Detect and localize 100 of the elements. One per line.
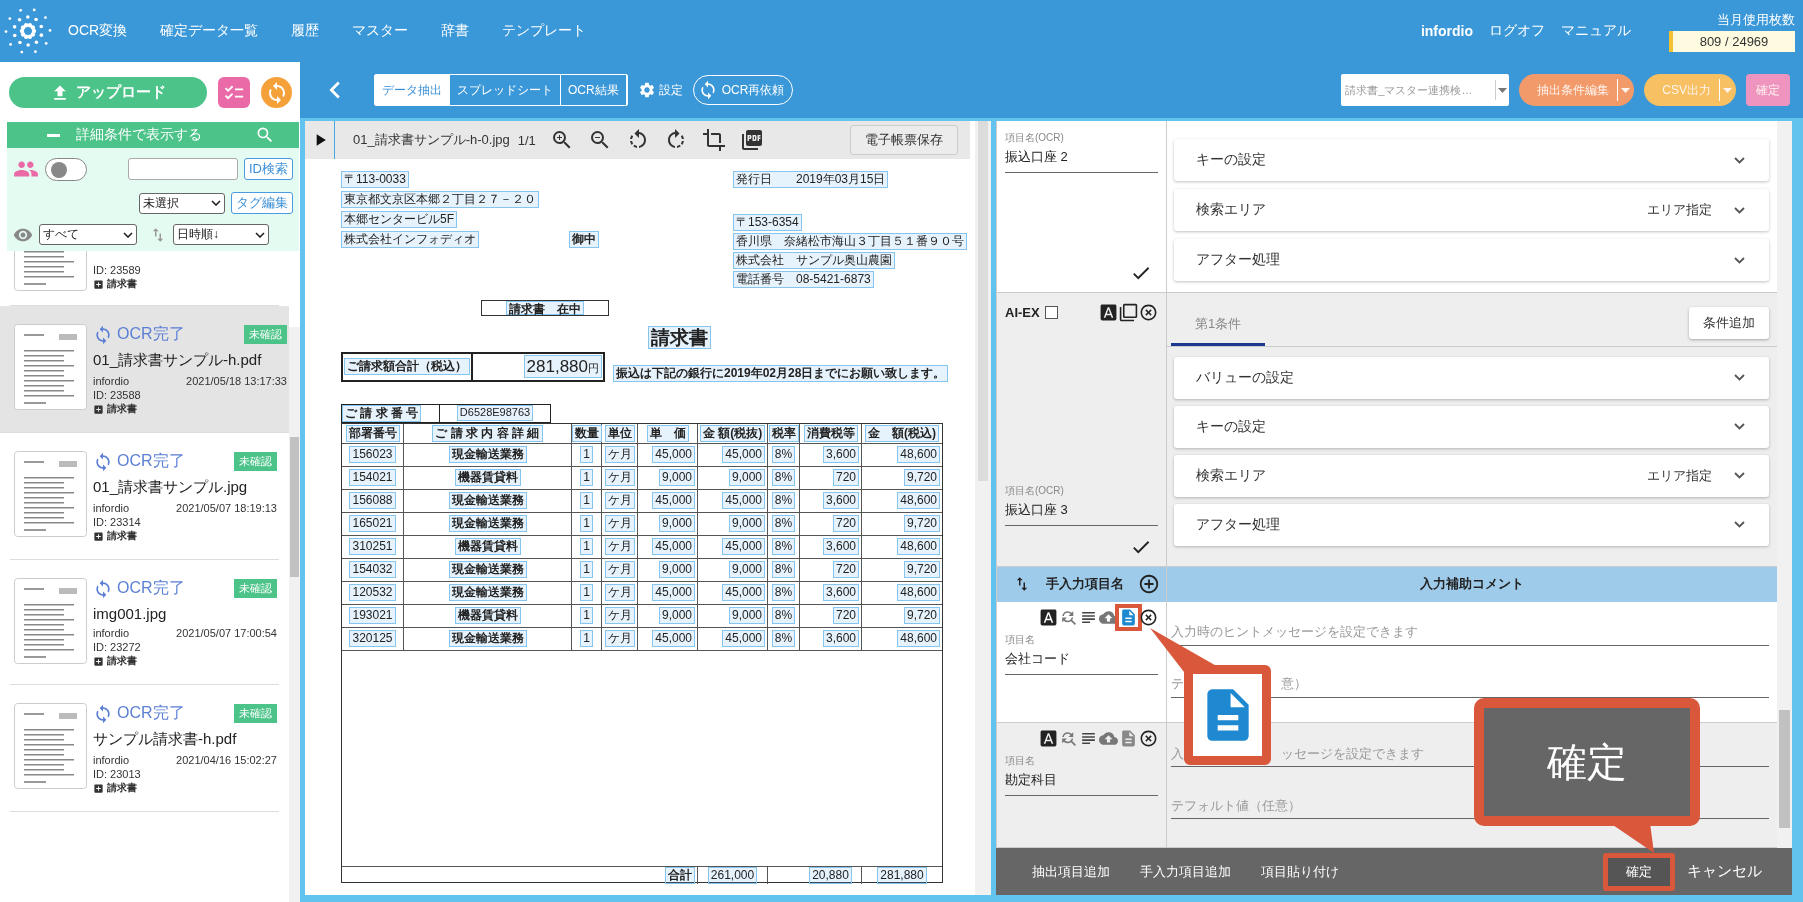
nav-link[interactable]: ログオフ [1489, 22, 1545, 40]
view-select[interactable]: すべて [39, 224, 137, 245]
table-cell: 1 [580, 538, 593, 556]
table-cell: 現金輸送業務 [448, 561, 527, 579]
document-item[interactable]: OCR完了 未確認 01_請求書サンプル-h.pdf infordio 2021/05/18 13:17:33 ID: 23588 請求書 [0, 306, 289, 433]
id-field[interactable] [128, 158, 238, 180]
document-tag: 請求書 [107, 654, 137, 668]
nav-link[interactable]: テンプレート [502, 22, 587, 40]
save-button[interactable]: 電子帳票保存 [850, 125, 958, 155]
table-cell: 193021 [349, 607, 396, 625]
table-cell: 9,720 [903, 561, 940, 579]
totals-label: 合計 [665, 867, 695, 884]
nav-link[interactable]: マスター [352, 22, 409, 40]
ai-ex-label: AI-EX [1005, 304, 1040, 320]
pdf-icon[interactable] [739, 128, 764, 152]
condition-tab[interactable]: 第1条件 [1171, 314, 1266, 346]
status-badge: 未確認 [244, 325, 287, 344]
field-value: 会社コード [1005, 646, 1158, 675]
nav-link[interactable]: OCR変換 [68, 22, 128, 40]
setting-card[interactable]: バリューの設定 [1174, 356, 1769, 399]
table-cell: 45,000 [722, 538, 765, 556]
setting-card[interactable]: 検索エリア エリア指定 [1174, 189, 1769, 231]
id-search-button[interactable]: ID検索 [244, 158, 293, 180]
crop-icon[interactable] [701, 128, 726, 152]
file-name: 01_請求書サンプル-h-0.jpg [353, 131, 510, 149]
column-header: 税率 [768, 424, 799, 442]
table-cell: 現金輸送業務 [448, 492, 527, 510]
checklist-button[interactable] [218, 77, 250, 108]
field-label: 項目名(OCR) [1005, 131, 1065, 145]
company-text: 株式会社インフォディオ [341, 231, 479, 248]
copy-icon[interactable] [1119, 302, 1138, 322]
usage-count: 809 / 24969 [1669, 30, 1795, 52]
close-icon[interactable] [1139, 302, 1158, 322]
toggle-switch[interactable] [45, 157, 87, 181]
tag-edit-button[interactable]: タグ編集 [231, 192, 293, 214]
table-cell: 156088 [349, 492, 396, 510]
caret-icon [211, 200, 221, 206]
font-icon[interactable] [1039, 607, 1058, 627]
font-icon[interactable] [1099, 302, 1118, 322]
settings-button[interactable]: 設定 [637, 81, 683, 99]
table-cell: 現金輸送業務 [448, 584, 527, 602]
cancel-button[interactable]: キャンセル [1681, 861, 1768, 882]
close-icon[interactable] [1139, 607, 1158, 627]
add-icon[interactable] [1138, 573, 1160, 596]
totals-cell: 261,000 [707, 867, 758, 884]
table-cell: 9,000 [728, 469, 765, 487]
table-cell: 1 [580, 584, 593, 602]
table-cell: 154021 [349, 469, 396, 487]
font-icon[interactable] [1039, 729, 1058, 749]
table-cell: 45,000 [722, 446, 765, 464]
envelope-text: 請求書 在中 [506, 301, 584, 315]
column-header: 入力補助コメント [1420, 575, 1524, 594]
nav-link[interactable]: 履歴 [291, 22, 320, 40]
setting-card[interactable]: 検索エリア エリア指定 [1174, 454, 1769, 497]
table-cell: 9,000 [728, 561, 765, 579]
upload-button[interactable]: アップロード [9, 77, 207, 108]
table-cell: 8% [771, 584, 796, 602]
filter-header[interactable]: 詳細条件で表示する [7, 122, 299, 148]
total-label: ご請求額合計（税込） [344, 358, 470, 376]
template-select[interactable]: 請求書_マスター連携検… [1341, 74, 1510, 106]
document-item[interactable]: ID: 23589 請求書 [10, 251, 279, 306]
column-header: 部署番号 [345, 424, 400, 442]
table-cell: 720 [832, 469, 859, 487]
file-name: img001.jpg [93, 605, 168, 622]
ocr-status: OCR完了 [93, 451, 185, 472]
issuer-text: 〒153-6354 [733, 214, 802, 231]
caret-icon [255, 231, 265, 238]
setting-card[interactable]: アフター処理 [1174, 239, 1769, 281]
footer-button[interactable]: 抽出項目追加 [1032, 862, 1110, 881]
table-cell: 154032 [349, 561, 396, 579]
footer-button[interactable]: 項目貼り付け [1261, 862, 1339, 881]
caret-icon [123, 231, 133, 238]
totals-cell: 281,880 [877, 867, 927, 884]
confirm-button[interactable]: 確定 [1603, 852, 1675, 891]
setting-card[interactable]: キーの設定 [1174, 139, 1769, 181]
sort-select[interactable]: 日時順↓ [173, 224, 269, 245]
nav-link[interactable]: 確定データ一覧 [160, 22, 259, 40]
table-cell: 3,600 [822, 584, 859, 602]
honorific-text: 御中 [569, 231, 599, 248]
hint-field[interactable]: 入力時のヒントメッセージを設定できます [1171, 619, 1769, 646]
add-condition-button[interactable]: 条件追加 [1689, 307, 1769, 340]
user-name[interactable]: infordio [1420, 23, 1473, 39]
caret-icon [1498, 87, 1508, 93]
setting-card[interactable]: キーの設定 [1174, 405, 1769, 448]
footer-button[interactable]: 手入力項目追加 [1140, 862, 1231, 881]
close-icon[interactable] [1139, 729, 1158, 749]
view-tab[interactable]: データ抽出 [375, 75, 450, 105]
table-cell: 1 [580, 446, 593, 464]
setting-card[interactable]: アフター処理 [1174, 503, 1769, 546]
tag-select[interactable]: 未選択 [139, 192, 225, 214]
setting-value: エリア指定 [1647, 201, 1712, 219]
chevron-down-icon [1734, 206, 1745, 214]
sync-icon [93, 451, 113, 472]
column-header: 単 価 [646, 424, 689, 442]
column-header: 単位 [604, 424, 635, 442]
find-replace-icon[interactable] [1059, 729, 1078, 749]
table-cell: ケ月 [604, 492, 635, 510]
checkbox[interactable] [1044, 305, 1058, 319]
nav-link[interactable]: マニュアル [1561, 22, 1631, 40]
nav-link[interactable]: 辞書 [441, 22, 470, 40]
